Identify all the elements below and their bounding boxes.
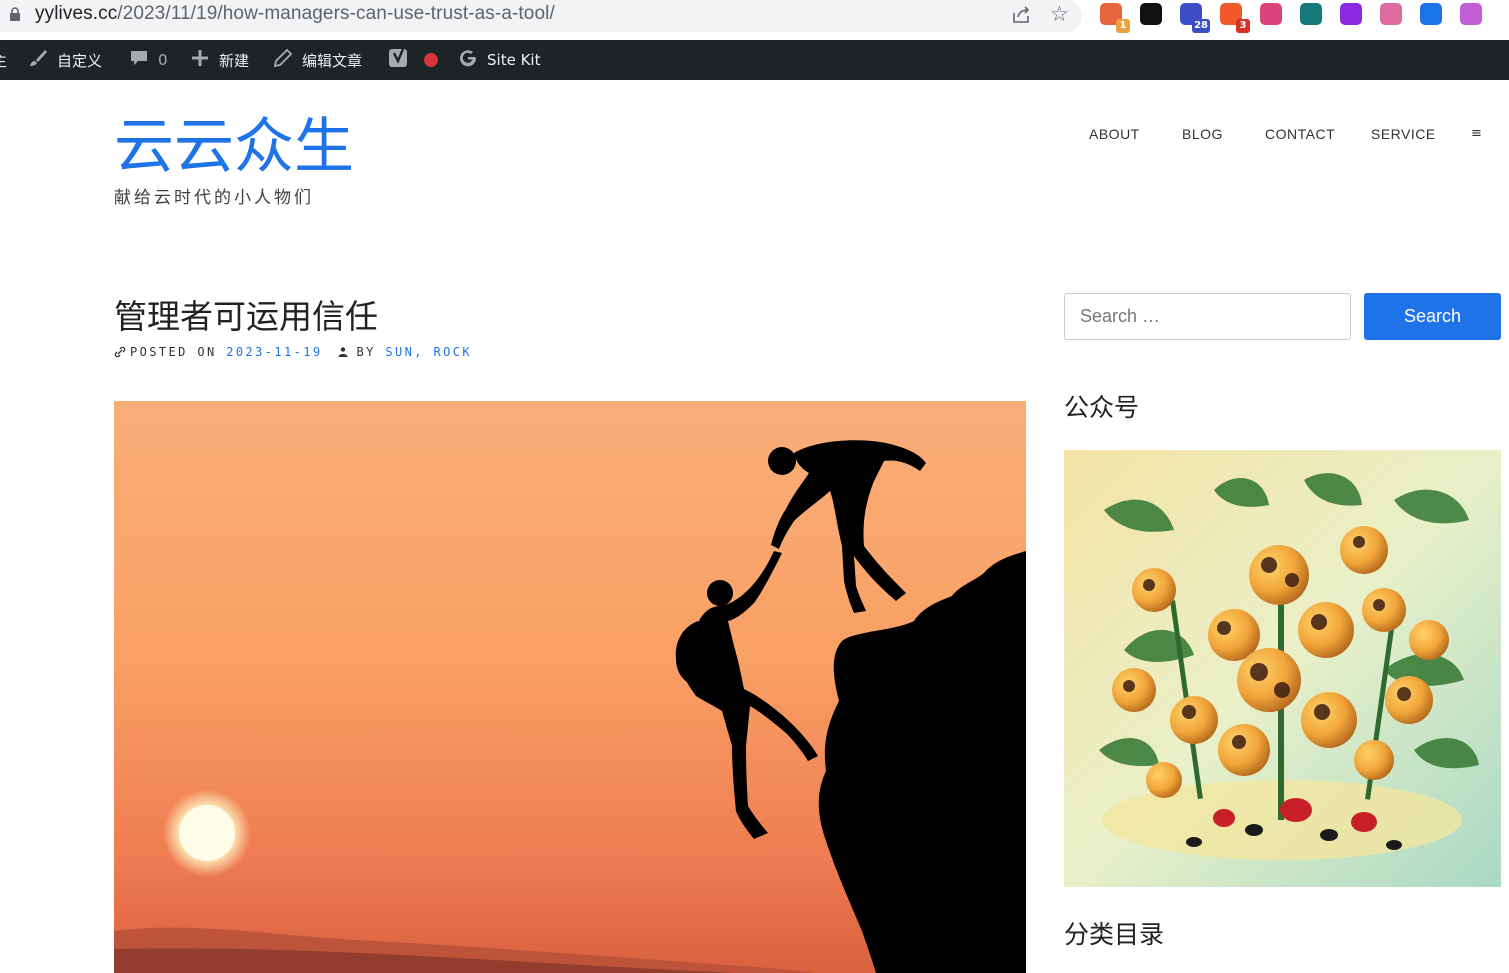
address-bar[interactable]: yylives.cc/2023/11/19/how-managers-can-u… <box>0 0 1082 32</box>
nav-about[interactable]: ABOUT <box>1089 126 1140 142</box>
seo-status-dot <box>424 53 438 67</box>
by-label: BY <box>356 345 376 359</box>
pencil-icon <box>273 48 293 72</box>
lock-icon <box>10 7 20 21</box>
grid-icon[interactable] <box>1300 3 1322 25</box>
site-description: 献给云时代的小人物们 <box>114 188 314 208</box>
crown-icon[interactable] <box>1380 3 1402 25</box>
site-kit-button[interactable]: Site Kit <box>458 40 540 80</box>
yoast-seo-button[interactable] <box>388 40 438 80</box>
url-host: yylives.cc <box>35 3 118 24</box>
url-path: /2023/11/19/how-managers-can-use-trust-a… <box>117 3 555 24</box>
bookmark-star-icon[interactable]: ☆ <box>1050 3 1069 25</box>
yoast-icon <box>388 47 410 73</box>
paragraph-icon[interactable] <box>1420 3 1442 25</box>
search-input[interactable]: Search … <box>1064 293 1351 340</box>
plus-icon <box>190 48 210 72</box>
extension-badge: 28 <box>1192 19 1210 33</box>
comments-count: 0 <box>158 51 168 69</box>
comments-button[interactable]: 0 <box>129 40 168 80</box>
extension-3-icon[interactable]: 3 <box>1220 3 1250 33</box>
post-meta: POSTED ON 2023-11-19 BY SUN, ROCK <box>114 345 472 359</box>
site-title[interactable]: 云云众生 <box>114 110 354 184</box>
extension-badge: 1 <box>1116 19 1130 33</box>
link-icon <box>114 346 126 358</box>
url-text[interactable]: yylives.cc/2023/11/19/how-managers-can-u… <box>35 3 555 25</box>
posted-on-label: POSTED ON <box>130 345 217 359</box>
post-featured-image <box>114 401 1026 973</box>
wechat-ants-image <box>1064 450 1501 887</box>
search-button[interactable]: Search <box>1364 293 1501 340</box>
new-content-button[interactable]: 新建 <box>190 40 249 80</box>
edit-post-button[interactable]: 编辑文章 <box>273 40 362 80</box>
post-author-link[interactable]: SUN, ROCK <box>385 345 472 359</box>
climbing-sunset-illustration <box>114 401 1026 973</box>
letter-r-icon[interactable] <box>1340 3 1362 25</box>
notion-icon[interactable] <box>1140 3 1162 25</box>
site-kit-label: Site Kit <box>487 51 541 69</box>
openai-icon[interactable] <box>1460 3 1482 25</box>
google-g-icon <box>458 48 478 72</box>
nav-more-menu-icon[interactable]: ≡ <box>1471 126 1482 141</box>
post-title: 管理者可运用信任 <box>114 297 378 336</box>
widget-title-categories: 分类目录 <box>1064 920 1165 949</box>
browser-toolbar: yylives.cc/2023/11/19/how-managers-can-u… <box>0 0 1509 40</box>
graduation-cap-icon[interactable]: 28 <box>1180 3 1210 33</box>
extension-1-icon[interactable]: 1 <box>1100 3 1130 33</box>
paintbrush-icon <box>28 48 48 72</box>
extension-badge: 3 <box>1236 19 1250 33</box>
comment-bubble-icon <box>129 48 149 72</box>
translate-icon[interactable] <box>1260 3 1282 25</box>
nav-service[interactable]: SERVICE <box>1371 126 1436 142</box>
customize-label: 自定义 <box>57 51 103 70</box>
ants-ladybug-illustration <box>1064 450 1501 887</box>
admin-bar-edge-label: 主 <box>0 50 7 71</box>
widget-title-wechat: 公众号 <box>1064 393 1140 422</box>
post-date-link[interactable]: 2023-11-19 <box>226 345 322 359</box>
customize-button[interactable]: 自定义 <box>28 40 102 80</box>
nav-blog[interactable]: BLOG <box>1182 126 1223 142</box>
nav-contact[interactable]: CONTACT <box>1265 126 1335 142</box>
user-icon <box>338 347 347 357</box>
share-icon[interactable] <box>1010 4 1032 26</box>
admin-bar-edge-item[interactable]: 主 <box>0 40 7 80</box>
new-label: 新建 <box>219 51 250 70</box>
edit-post-label: 编辑文章 <box>302 51 363 70</box>
wp-admin-bar: 主 自定义 0 新建 编辑文章 Site Kit <box>0 40 1509 80</box>
